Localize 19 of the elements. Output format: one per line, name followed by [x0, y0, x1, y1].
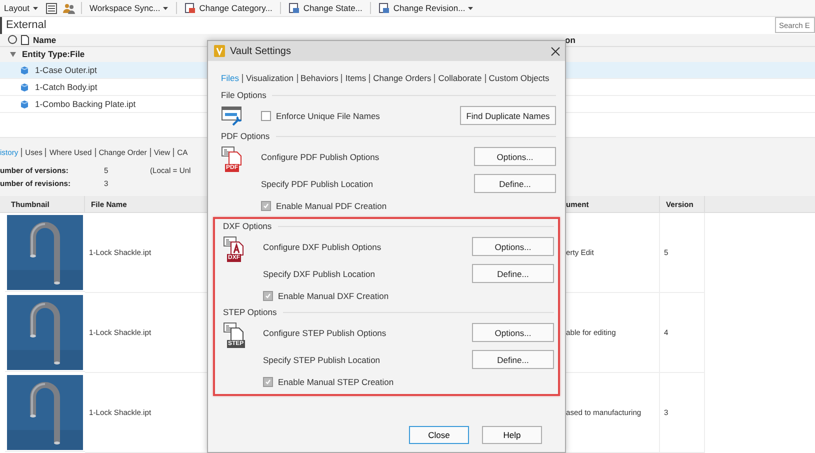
checkbox-label: Enable Manual PDF Creation: [276, 201, 387, 211]
section-title: File Options: [221, 90, 266, 100]
checkbox-label: Enforce Unique File Names: [276, 110, 380, 120]
file-name: 1-Case Outer.ipt: [35, 65, 97, 75]
checkbox-label: Enable Manual STEP Creation: [278, 377, 394, 387]
option-label: Configure PDF Publish Options: [261, 152, 380, 162]
option-label: Specify DXF Publish Location: [263, 268, 376, 278]
section-title: DXF Options: [223, 221, 272, 231]
dialog-title: Vault Settings: [230, 46, 292, 56]
section-title: PDF Options: [221, 131, 270, 141]
option-label: Configure STEP Publish Options: [263, 328, 388, 338]
section-title: STEP Options: [223, 307, 277, 317]
file-name: 1-Catch Body.ipt: [35, 82, 98, 92]
view-title: External: [6, 19, 46, 32]
option-label: Specify PDF Publish Location: [261, 178, 374, 188]
option-label: Specify STEP Publish Location: [263, 354, 382, 364]
option-label: Configure DXF Publish Options: [263, 242, 382, 252]
checkbox-label: Enable Manual DXF Creation: [278, 291, 389, 301]
file-name: 1-Combo Backing Plate.ipt: [35, 99, 136, 109]
